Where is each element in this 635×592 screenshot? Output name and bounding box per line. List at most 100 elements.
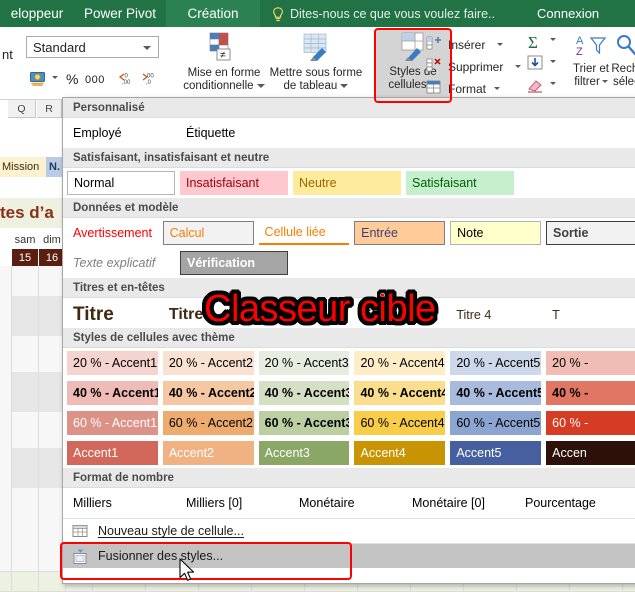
style-calcul[interactable]: Calcul	[162, 221, 254, 245]
style-40-accent3[interactable]: 40 % - Accent3	[258, 381, 350, 405]
fill-icon[interactable]	[527, 55, 545, 76]
menu-item-nouveau-style-de-cellule[interactable]: Nouveau style de cellule...	[63, 518, 635, 543]
style-20-accent1[interactable]: 20 % - Accent1	[67, 351, 158, 375]
style-verification[interactable]: Vérification	[180, 251, 288, 275]
decrease-decimal-icon[interactable]: 00 ,0	[141, 71, 157, 92]
insert-cells-icon	[426, 35, 444, 54]
section-header-satisfaisant: Satisfaisant, insatisfaisant et neutre	[63, 148, 635, 168]
style-monetaire-0[interactable]: Monétaire [0]	[406, 491, 514, 515]
delete-cells-button[interactable]: Supprimer	[426, 57, 522, 76]
column-header-q[interactable]: Q	[8, 100, 36, 118]
style-employe[interactable]: Employé	[67, 121, 175, 145]
chevron-down-icon[interactable]	[494, 87, 501, 90]
new-cell-style-icon	[72, 524, 89, 539]
percent-style-button[interactable]: %	[66, 71, 78, 87]
style-accent2[interactable]: Accent2	[162, 441, 254, 465]
cell-day-15[interactable]: 15	[12, 249, 38, 266]
style-titre[interactable]: Titre	[67, 301, 158, 329]
gridline	[38, 266, 39, 592]
chevron-down-icon	[340, 83, 349, 88]
svg-text:,0: ,0	[146, 80, 152, 86]
style-40-accent6[interactable]: 40 % -	[546, 381, 635, 405]
column-header-r[interactable]: R	[37, 100, 62, 118]
style-milliers[interactable]: Milliers	[67, 491, 175, 515]
tab-developpeur[interactable]: eloppeur	[0, 0, 74, 27]
cell-mission[interactable]: Mission	[0, 157, 46, 177]
format-cells-icon	[426, 79, 444, 98]
find-select-button[interactable]: Reche sélect	[608, 33, 635, 89]
conditional-formatting-icon: ≠	[204, 31, 244, 67]
section-header-styles-theme: Styles de cellules avec thème	[63, 328, 635, 348]
style-milliers-0[interactable]: Milliers [0]	[180, 491, 288, 515]
chevron-down-icon	[550, 38, 556, 58]
accounting-format-icon[interactable]	[30, 71, 49, 92]
chevron-down-icon[interactable]	[515, 65, 522, 68]
style-avertissement[interactable]: Avertissement	[67, 221, 158, 245]
style-neutre[interactable]: Neutre	[293, 171, 401, 195]
thousands-separator-button[interactable]: 000	[85, 74, 105, 86]
style-40-accent5[interactable]: 40 % - Accent5	[450, 381, 542, 405]
cell-styles-gallery: Personnalisé Employé Étiquette Satisfais…	[62, 97, 635, 584]
style-accent5[interactable]: Accent5	[450, 441, 542, 465]
cell-title-partial[interactable]: tes d’a	[0, 198, 62, 228]
accounting-dropdown-caret[interactable]	[52, 76, 58, 97]
format-cells-button[interactable]: Format	[426, 79, 501, 98]
style-insatisfaisant[interactable]: Insatisfaisant	[180, 171, 288, 195]
style-20-accent2[interactable]: 20 % - Accent2	[162, 351, 254, 375]
style-accent3[interactable]: Accent3	[258, 441, 350, 465]
style-titre-5[interactable]: T	[546, 301, 635, 329]
menu-item-label: Nouveau style de cellule...	[98, 524, 244, 538]
styles-row: Texte explicatif Vérification	[63, 248, 635, 278]
connexion-link[interactable]: Connexion	[537, 0, 599, 27]
style-60-accent1[interactable]: 60 % - Accent1	[67, 411, 158, 435]
style-20-accent6[interactable]: 20 % -	[546, 351, 635, 375]
number-format-combo[interactable]: Standard	[26, 36, 159, 58]
menu-item-fusionner-des-styles[interactable]: Fusionner des styles...	[63, 543, 635, 568]
autosum-icon[interactable]: Σ	[527, 33, 547, 56]
style-60-accent3[interactable]: 60 % - Accent3	[258, 411, 350, 435]
style-60-accent5[interactable]: 60 % - Accent5	[450, 411, 542, 435]
style-20-accent5[interactable]: 20 % - Accent5	[450, 351, 542, 375]
style-20-accent3[interactable]: 20 % - Accent3	[258, 351, 350, 375]
style-etiquette[interactable]: Étiquette	[180, 121, 288, 145]
style-60-accent6[interactable]: 60 % -	[546, 411, 635, 435]
style-40-accent2[interactable]: 40 % - Accent2	[162, 381, 254, 405]
style-40-accent4[interactable]: 40 % - Accent4	[354, 381, 446, 405]
tab-power-pivot[interactable]: Power Pivot	[74, 0, 166, 27]
style-20-accent4[interactable]: 20 % - Accent4	[354, 351, 446, 375]
style-note[interactable]: Note	[450, 221, 542, 245]
autosum-caret[interactable]	[550, 38, 556, 59]
tell-me-box[interactable]: Dites-nous ce que vous voulez faire..	[272, 0, 495, 27]
section-header-format-nombre: Format de nombre	[63, 468, 635, 488]
ribbon-body: nt Standard % 000 0 ,00 00 ,0 ≠ Mise en …	[0, 27, 635, 102]
style-entree[interactable]: Entrée	[354, 221, 446, 245]
clear-icon[interactable]	[527, 77, 545, 98]
increase-decimal-icon[interactable]: 0 ,00	[118, 71, 134, 92]
cell-sam-header[interactable]: sam	[12, 231, 38, 248]
style-cellule-liee[interactable]: Cellule liée	[258, 221, 350, 245]
chevron-down-icon[interactable]	[497, 43, 504, 46]
svg-text:00: 00	[147, 74, 154, 80]
style-accent6[interactable]: Accen	[546, 441, 635, 465]
styles-row: Employé Étiquette	[63, 118, 635, 148]
style-60-accent2[interactable]: 60 % - Accent2	[162, 411, 254, 435]
style-normal[interactable]: Normal	[67, 171, 175, 195]
style-satisfaisant[interactable]: Satisfaisant	[406, 171, 514, 195]
style-accent4[interactable]: Accent4	[354, 441, 446, 465]
format-as-table-label-1: Mettre sous forme	[269, 67, 363, 79]
delete-cells-icon	[426, 57, 444, 76]
style-40-accent1[interactable]: 40 % - Accent1	[67, 381, 158, 405]
style-pourcentage[interactable]: Pourcentage	[519, 491, 627, 515]
insert-cells-button[interactable]: Insérer	[426, 35, 504, 54]
style-texte-explicatif[interactable]: Texte explicatif	[67, 251, 175, 275]
connexion-label: Connexion	[537, 6, 600, 21]
style-accent1[interactable]: Accent1	[67, 441, 158, 465]
style-sortie[interactable]: Sortie	[546, 221, 635, 245]
style-titre-4[interactable]: Titre 4	[450, 301, 542, 329]
svg-text:0: 0	[125, 74, 129, 80]
style-monetaire[interactable]: Monétaire	[293, 491, 401, 515]
style-60-accent4[interactable]: 60 % - Accent4	[354, 411, 446, 435]
tab-creation[interactable]: Création	[166, 0, 260, 27]
format-as-table-button[interactable]: Mettre sous forme de tableau	[258, 31, 374, 93]
fill-caret[interactable]	[550, 60, 556, 81]
